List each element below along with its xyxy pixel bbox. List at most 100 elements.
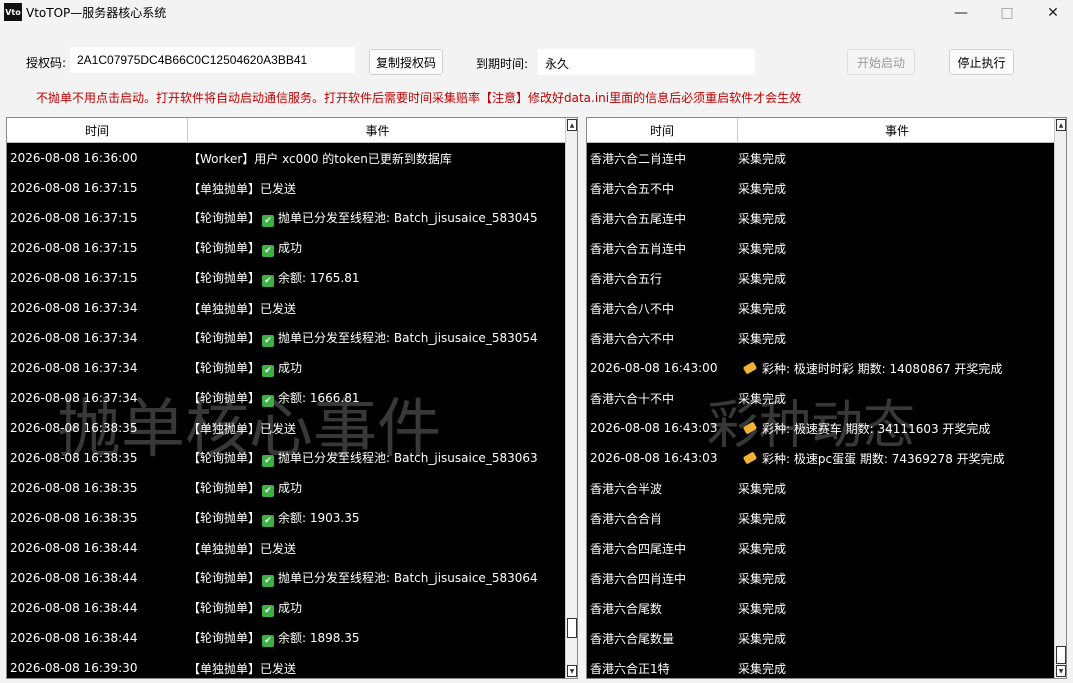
table-row[interactable]: 2026-08-08 16:37:15 【单独抛单】已发送 [7,173,565,203]
table-row[interactable]: 香港六合八不中 采集完成 [587,293,1054,323]
table-row[interactable]: 2026-08-08 16:38:35 【单独抛单】已发送 [7,413,565,443]
table-row[interactable]: 2026-08-08 16:36:00 【Worker】用户 xc000 的tok… [7,143,565,173]
scrollbar[interactable]: ▲ ▼ [565,118,577,678]
close-icon[interactable]: ✕ [1030,0,1073,25]
row-time: 香港六合五不中 [590,181,675,196]
table-row[interactable]: 2026-08-08 16:37:15 【轮询抛单】 ✔ 抛单已分发至线程池: Bat… [7,203,565,233]
start-button[interactable]: 开始启动 [847,49,915,75]
scroll-thumb[interactable] [567,618,577,638]
event-list[interactable]: 香港六合二肖连中 采集完成 香港六合五不中 采集完成 香港六合五尾连中 采集完成 香港六合五… [587,143,1054,678]
stop-button[interactable]: 停止执行 [949,49,1014,75]
lottery-events-panel: 彩种动态 时间 事件 香港六合二肖连中 采集完成 香港六合五不中 采集完成 香港六合五尾… [586,117,1067,679]
table-row[interactable]: 香港六合四肖连中 采集完成 [587,563,1054,593]
event-text: 采集完成 [738,271,787,286]
event-text: 【单独抛单】已发送 [188,181,297,196]
table-row[interactable]: 香港六合正1特 采集完成 [587,653,1054,678]
row-event: 【轮询抛单】 ✔ 抛单已分发至线程池: Batch_jisusaice_583064 [188,569,565,587]
row-event: 【轮询抛单】 ✔ 抛单已分发至线程池: Batch_jisusaice_583054 [188,329,565,347]
row-event: 【轮询抛单】 ✔ 余额: 1666.81 [188,389,565,407]
table-row[interactable]: 2026-08-08 16:38:35 【轮询抛单】 ✔ 余额: 1903.35 [7,503,565,533]
column-header-time[interactable]: 时间 [587,118,738,143]
table-row[interactable]: 2026-08-08 16:37:34 【单独抛单】已发送 [7,293,565,323]
table-row[interactable]: 香港六合四尾连中 采集完成 [587,533,1054,563]
tag-icon [742,421,758,434]
table-row[interactable]: 2026-08-08 16:43:03 彩种: 极速pc蛋蛋 期数: 743692… [587,443,1054,473]
event-text: 采集完成 [738,571,787,586]
scroll-down-icon[interactable]: ▼ [567,665,577,677]
table-row[interactable]: 2026-08-08 16:43:00 彩种: 极速时时彩 期数: 1408086… [587,353,1054,383]
event-text: 成功 [278,361,303,375]
column-header-time[interactable]: 时间 [7,118,188,143]
app-logo-icon: Vto [4,3,22,21]
table-row[interactable]: 香港六合五不中 采集完成 [587,173,1054,203]
table-row[interactable]: 2026-08-08 16:39:30 【单独抛单】已发送 [7,653,565,678]
table-row[interactable]: 香港六合六不中 采集完成 [587,323,1054,353]
expiry-field[interactable]: 永久 [538,49,755,75]
row-time: 2026-08-08 16:43:03 [590,451,718,465]
row-time: 2026-08-08 16:37:34 [10,391,138,405]
table-row[interactable]: 香港六合五尾连中 采集完成 [587,203,1054,233]
table-row[interactable]: 2026-08-08 16:38:44 【轮询抛单】 ✔ 抛单已分发至线程池: Bat… [7,563,565,593]
checkmark-icon: ✔ [262,245,275,257]
table-row[interactable]: 2026-08-08 16:38:44 【单独抛单】已发送 [7,533,565,563]
row-event: 【单独抛单】已发送 [188,660,565,677]
event-prefix: 【轮询抛单】 [188,511,261,525]
table-row[interactable]: 2026-08-08 16:38:44 【轮询抛单】 ✔ 成功 [7,593,565,623]
event-list[interactable]: 2026-08-08 16:36:00 【Worker】用户 xc000 的tok… [7,143,565,678]
table-row[interactable]: 香港六合二肖连中 采集完成 [587,143,1054,173]
table-row[interactable]: 2026-08-08 16:37:34 【轮询抛单】 ✔ 抛单已分发至线程池: Bat… [7,323,565,353]
checkmark-icon: ✔ [262,335,275,347]
row-time: 香港六合半波 [590,481,663,496]
event-text: 采集完成 [738,241,787,256]
minimize-icon[interactable]: — [938,0,984,25]
scroll-thumb[interactable] [1056,646,1066,664]
checkmark-icon: ✔ [262,575,275,587]
event-prefix: 【轮询抛单】 [188,391,261,405]
scroll-up-icon[interactable]: ▲ [1056,119,1066,131]
copy-license-button[interactable]: 复制授权码 [369,49,443,75]
license-field[interactable]: 2A1C07975DC4B66C0C12504620A3BB41 [70,47,355,73]
checkmark-icon: ✔ [262,515,275,527]
maximize-icon[interactable]: □ [984,0,1030,25]
column-header-event[interactable]: 事件 [188,118,567,143]
table-row[interactable]: 2026-08-08 16:38:35 【轮询抛单】 ✔ 成功 [7,473,565,503]
table-row[interactable]: 香港六合十不中 采集完成 [587,383,1054,413]
event-text: 彩种: 极速赛车 期数: 34111603 开奖完成 [762,421,991,436]
table-row[interactable]: 香港六合半波 采集完成 [587,473,1054,503]
event-text: 成功 [278,481,303,495]
table-row[interactable]: 2026-08-08 16:38:35 【轮询抛单】 ✔ 抛单已分发至线程池: Bat… [7,443,565,473]
table-row[interactable]: 2026-08-08 16:37:15 【轮询抛单】 ✔ 成功 [7,233,565,263]
scroll-down-icon[interactable]: ▼ [1056,665,1066,677]
table-row[interactable]: 2026-08-08 16:37:34 【轮询抛单】 ✔ 余额: 1666.81 [7,383,565,413]
event-text: 抛单已分发至线程池: Batch_jisusaice_583054 [278,331,538,345]
table-row[interactable]: 2026-08-08 16:43:03 彩种: 极速赛车 期数: 34111603… [587,413,1054,443]
event-text: 采集完成 [738,301,787,316]
scrollbar[interactable]: ▲ ▼ [1054,118,1066,678]
column-header-event[interactable]: 事件 [738,118,1056,143]
event-text: 【单独抛单】已发送 [188,301,297,316]
row-time: 香港六合尾数量 [590,631,675,646]
table-row[interactable]: 2026-08-08 16:37:34 【轮询抛单】 ✔ 成功 [7,353,565,383]
table-row[interactable]: 2026-08-08 16:37:15 【轮询抛单】 ✔ 余额: 1765.81 [7,263,565,293]
table-row[interactable]: 香港六合合肖 采集完成 [587,503,1054,533]
notice-text: 不抛单不用点击启动。打开软件将自动启动通信服务。打开软件后需要时间采集赔率【注意… [36,91,802,105]
table-row[interactable]: 香港六合尾数 采集完成 [587,593,1054,623]
row-event: 采集完成 [738,390,1054,407]
table-row[interactable]: 香港六合五行 采集完成 [587,263,1054,293]
row-event: 采集完成 [738,150,1054,167]
row-time: 2026-08-08 16:43:00 [590,361,718,375]
table-row[interactable]: 2026-08-08 16:38:44 【轮询抛单】 ✔ 余额: 1898.35 [7,623,565,653]
event-text: 采集完成 [738,181,787,196]
expiry-label: 到期时间: [476,57,529,71]
row-time: 2026-08-08 16:38:35 [10,481,138,495]
scroll-up-icon[interactable]: ▲ [567,119,577,131]
event-text: 余额: 1666.81 [278,391,360,405]
table-row[interactable]: 香港六合五肖连中 采集完成 [587,233,1054,263]
table-header: 时间 事件 [587,118,1056,143]
row-event: 【轮询抛单】 ✔ 成功 [188,239,565,257]
event-text: 采集完成 [738,511,787,526]
event-prefix: 【轮询抛单】 [188,211,261,225]
row-event: 【轮询抛单】 ✔ 成功 [188,599,565,617]
table-row[interactable]: 香港六合尾数量 采集完成 [587,623,1054,653]
row-time: 2026-08-08 16:37:15 [10,271,138,285]
